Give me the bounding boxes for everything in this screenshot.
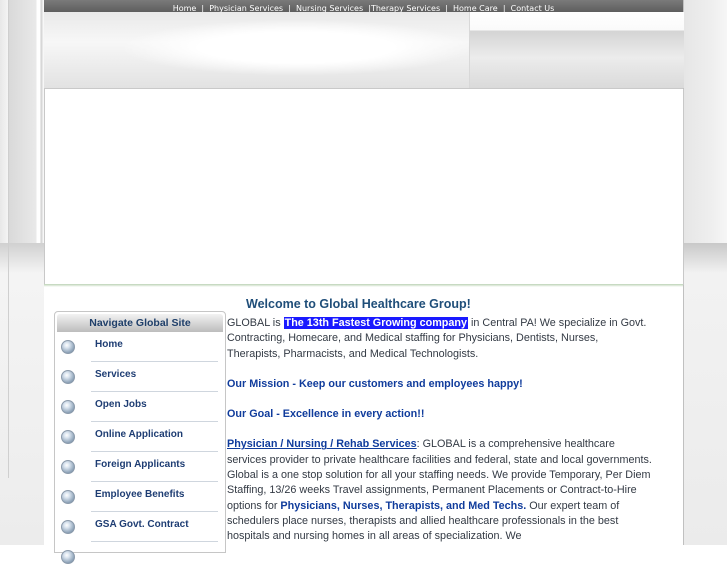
banner-area	[44, 89, 684, 285]
header-logo-area	[124, 20, 469, 75]
sidebar-item-partial	[55, 542, 225, 572]
intro-paragraph: GLOBAL is The 13th Fastest Growing compa…	[227, 316, 653, 362]
site-header	[44, 12, 684, 89]
sidebar-item-label: Services	[95, 369, 137, 380]
side-navigation-title: Navigate Global Site	[57, 314, 223, 332]
page-title: Welcome to Global Healthcare Group!	[246, 297, 471, 311]
page-background-left-lower	[0, 243, 44, 545]
bullet-icon	[61, 400, 75, 414]
sidebar-item-employee-benefits[interactable]: Employee Benefits	[55, 482, 225, 512]
growth-highlight: The 13th Fastest Growing company	[283, 317, 468, 329]
bullet-icon	[61, 490, 75, 504]
intro-text: GLOBAL is The 13th Fastest Growing compa…	[227, 316, 653, 545]
bullet-icon	[61, 340, 75, 354]
header-right-panel	[469, 12, 684, 88]
services-bold: Physicians, Nurses, Therapists, and Med …	[280, 499, 527, 512]
services-paragraph: Physician / Nursing / Rehab Services: GL…	[227, 437, 653, 544]
bullet-icon	[61, 520, 75, 534]
goal-statement: Our Goal - Excellence in every action!!	[227, 408, 425, 421]
sidebar-item-online-application[interactable]: Online Application	[55, 422, 225, 452]
sidebar-item-open-jobs[interactable]: Open Jobs	[55, 392, 225, 422]
top-nav: Home | Physician Services | Nursing Serv…	[44, 0, 683, 13]
bullet-icon	[61, 430, 75, 444]
sidebar-item-home[interactable]: Home	[55, 332, 225, 362]
sidebar-item-foreign-applicants[interactable]: Foreign Applicants	[55, 452, 225, 482]
sidebar-item-label: Foreign Applicants	[95, 459, 186, 470]
sidebar-item-label: Employee Benefits	[95, 489, 185, 500]
mission-statement: Our Mission - Keep our customers and emp…	[227, 377, 523, 390]
page-background-right-lower	[684, 243, 727, 545]
sidebar-item-label: GSA Govt. Contract	[95, 519, 189, 530]
sidebar-item-services[interactable]: Services	[55, 362, 225, 392]
bullet-icon	[61, 370, 75, 384]
side-navigation: Navigate Global Site Home Services Open …	[54, 311, 226, 564]
bullet-icon	[61, 550, 75, 564]
intro-prefix: GLOBAL is	[227, 317, 284, 329]
sidebar-item-gsa-govt-contract[interactable]: GSA Govt. Contract	[55, 512, 225, 542]
bullet-icon	[61, 460, 75, 474]
sidebar-item-label: Open Jobs	[95, 399, 147, 410]
sidebar-item-label: Online Application	[95, 429, 183, 440]
page-left-rule	[8, 0, 9, 478]
sidebar-item-label: Home	[95, 339, 123, 350]
services-link[interactable]: Physician / Nursing / Rehab Services	[227, 438, 417, 450]
